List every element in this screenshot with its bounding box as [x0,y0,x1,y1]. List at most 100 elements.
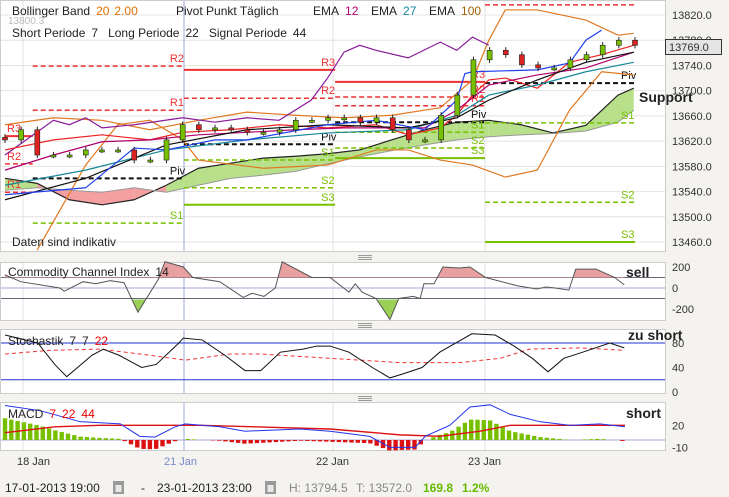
svg-text:MACD72244: MACD 7 22 44 [8,407,95,421]
date-label: 23 Jan [468,456,501,468]
date-label: 18 Jan [17,456,50,468]
macd-histogram-bar [538,437,543,440]
stoch-p3: 22 [95,334,109,348]
price-tick-label: 13580.0 [672,161,712,173]
candle-body [309,120,315,123]
macd-histogram-bar [254,440,260,444]
legend-short-period: Short Periode [12,26,86,40]
range-to[interactable]: 23-01-2013 23:00 [157,481,252,495]
range-separator: - [141,481,145,495]
macd-histogram-bar [550,438,556,440]
macd-histogram-bar [160,440,165,447]
candle-body [50,154,57,158]
candle-body [196,124,202,131]
macd-histogram-bar [84,437,90,440]
cci-tick-label: -200 [672,304,694,316]
macd-histogram-bar [2,418,8,440]
macd-histogram-bar [292,440,297,441]
legend-signal-period: Signal Periode [209,26,287,40]
macd-histogram-bar [317,440,323,442]
range-from[interactable]: 17-01-2013 19:00 [5,481,100,495]
macd-histogram-bar [141,440,146,449]
candle-body [276,129,283,133]
macd-label: MACD [8,407,44,421]
svg-text:Short Periode7Long Periode22Si: Short Periode 7 Long Periode 22 Signal Perio… [12,26,307,40]
macd-histogram-bar [494,423,499,440]
cci-tick-label: 200 [672,262,690,274]
footer-range: 17-01-2013 19:00 - 23-01-2013 23:00 H: 1… [5,481,490,495]
macd-histogram-bar [128,440,134,445]
support-signal: Support [639,89,693,105]
candle-body [567,59,574,69]
macd-histogram-bar [349,440,354,443]
macd-histogram-bar [506,430,512,440]
pivot-level-label: S1 [471,119,484,131]
macd-histogram-bar [557,438,562,440]
cci-tick-label: 0 [672,283,678,295]
macd-histogram-bar [248,440,253,444]
cci-label: Commodity Channel Index [8,265,149,279]
candle-body [163,139,170,161]
panel-resize-handle[interactable] [358,396,372,401]
macd-histogram-bar [280,440,285,442]
panel-resize-handle[interactable] [358,255,372,260]
stoch-label: Stochastik [8,334,64,348]
candle-body [599,44,606,56]
candle-body [99,149,105,153]
macd-histogram-bar [399,440,405,450]
high-value: H: 13794.5 [289,481,348,495]
candle-body [228,127,234,131]
macd-histogram-bar [324,440,329,442]
macd-histogram-bar [443,433,449,440]
stoch-p2: 7 [82,334,89,348]
macd-histogram-bar [620,440,625,441]
macd-histogram-bar [53,430,58,440]
price-tick-label: 13820.0 [672,10,712,22]
calendar-icon[interactable] [265,481,276,494]
macd-histogram-bar [185,438,190,440]
candle-body [325,117,331,121]
macd-histogram-bar [72,435,77,440]
pivot-level-label: S3 [471,145,484,157]
legend-bollinger-dev: 2.00 [114,4,138,18]
macd-histogram-bar [532,435,537,440]
candle-body [66,154,73,158]
panel-resize-handle[interactable] [358,323,372,328]
macd-histogram-bar [305,440,310,441]
candle-body [131,149,138,161]
macd-p1: 7 [49,407,56,421]
candle-body [438,114,444,141]
legend-ema-12-period: 12 [345,4,359,18]
candle-body [2,137,8,141]
candle-body [260,131,267,135]
cci-signal: sell [626,264,649,280]
macd-histogram-bar [135,440,140,448]
candle-body [18,129,24,141]
macd-histogram-bar [229,440,234,443]
pivot-level-label: S2 [321,175,334,187]
pivot-level-label: Piv [170,165,186,177]
chart-canvas: R3R2R1R2R1PivS1R3R2PivS1S2S3R3R2R1PivS1S… [0,0,722,495]
disclaimer: Daten sind indikativ [12,235,116,249]
candle-body [551,67,558,71]
candle-body [454,94,461,116]
legend-ema-27: EMA [371,4,397,18]
macd-histogram-bar [65,433,71,440]
macd-histogram-bar [154,440,159,449]
candle-body [470,59,477,96]
price-tick-label: 13460.0 [672,237,712,249]
macd-histogram-bar [311,440,316,442]
pivot-level-label: Piv [621,70,637,82]
macd-histogram-bar [469,419,474,440]
macd-histogram-bar [595,438,600,440]
pivot-level-label: S1 [321,147,334,159]
macd-histogram-bar [336,440,342,443]
macd-histogram-bar [330,440,335,442]
calendar-icon[interactable] [113,481,124,494]
macd-histogram-bar [544,437,549,440]
macd-histogram-bar [191,439,197,440]
legend-ema-100: EMA [429,4,455,18]
axis-labels: 13820.013780.013740.013700.013660.013620… [672,10,712,454]
macd-histogram-bar [298,440,304,441]
macd-histogram-bar [91,437,96,440]
